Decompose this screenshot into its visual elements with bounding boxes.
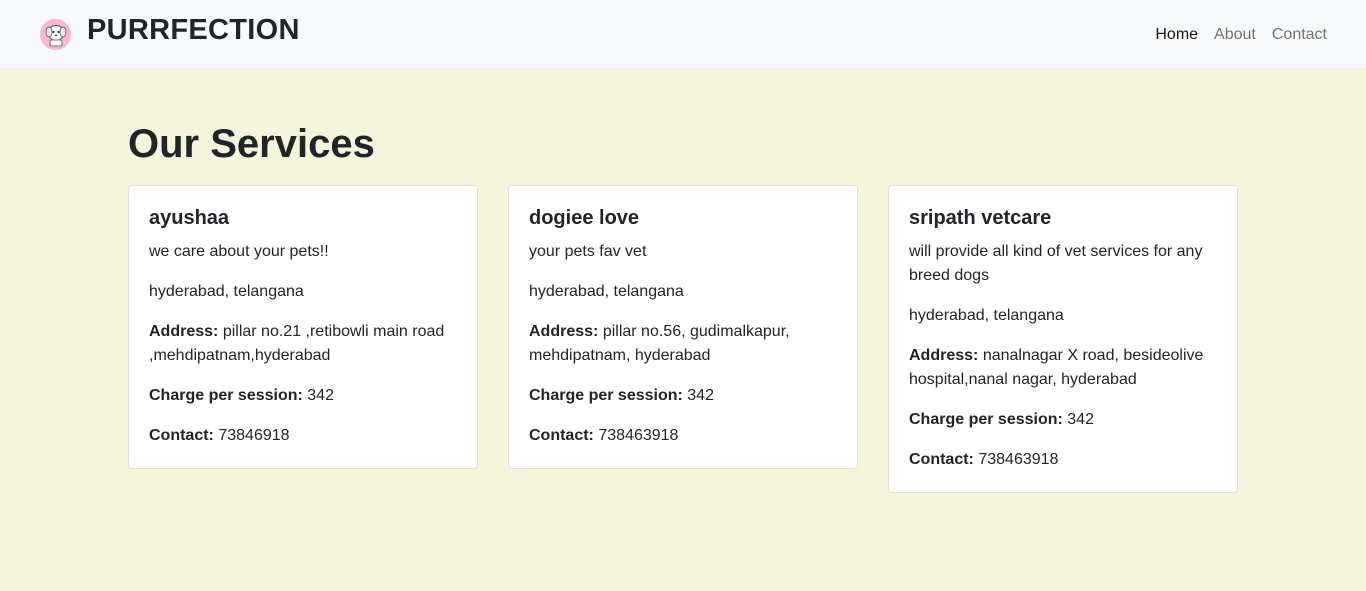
charge-value: 342: [307, 387, 334, 404]
service-address: Address: nanalnagar X road, besideolive …: [909, 344, 1217, 392]
nav-link-home[interactable]: Home: [1155, 26, 1198, 44]
service-card: ayushaa we care about your pets!! hydera…: [128, 185, 478, 469]
address-label: Address:: [529, 323, 599, 340]
service-charge: Charge per session: 342: [909, 408, 1217, 432]
service-location: hyderabad, telangana: [529, 283, 684, 300]
main-content: Our Services ayushaa we care about your …: [128, 68, 1238, 493]
service-name: dogiee love: [529, 207, 640, 229]
address-label: Address:: [149, 323, 219, 340]
service-description: we care about your pets!!: [149, 243, 329, 260]
service-description: your pets fav vet: [529, 243, 647, 260]
charge-value: 342: [687, 387, 714, 404]
service-charge: Charge per session: 342: [149, 384, 457, 408]
nav-links: Home About Contact: [1155, 26, 1327, 44]
charge-label: Charge per session:: [529, 387, 683, 404]
service-contact: Contact: 73846918: [149, 424, 457, 448]
service-name: ayushaa: [149, 207, 230, 229]
service-description: will provide all kind of vet services fo…: [909, 243, 1203, 284]
contact-label: Contact:: [909, 451, 974, 468]
contact-label: Contact:: [529, 427, 594, 444]
nav-link-contact[interactable]: Contact: [1272, 26, 1327, 44]
service-contact: Contact: 738463918: [529, 424, 837, 448]
page-title: Our Services: [128, 122, 375, 166]
contact-value: 738463918: [598, 427, 679, 444]
brand-name: PURRFECTION: [87, 13, 300, 46]
service-address: Address: pillar no.21 ,retibowli main ro…: [149, 320, 457, 368]
service-contact: Contact: 738463918: [909, 448, 1217, 472]
address-label: Address:: [909, 347, 979, 364]
contact-label: Contact:: [149, 427, 214, 444]
service-cards: ayushaa we care about your pets!! hydera…: [128, 185, 1238, 493]
service-card: dogiee love your pets fav vet hyderabad,…: [508, 185, 858, 469]
service-charge: Charge per session: 342: [529, 384, 837, 408]
charge-label: Charge per session:: [909, 411, 1063, 428]
navbar: PURRFECTION Home About Contact: [0, 0, 1366, 68]
contact-value: 73846918: [218, 427, 290, 444]
charge-label: Charge per session:: [149, 387, 303, 404]
service-address: Address: pillar no.56, gudimalkapur, meh…: [529, 320, 837, 368]
charge-value: 342: [1067, 411, 1094, 428]
brand[interactable]: PURRFECTION: [40, 14, 300, 50]
service-location: hyderabad, telangana: [149, 283, 304, 300]
contact-value: 738463918: [978, 451, 1059, 468]
service-card: sripath vetcare will provide all kind of…: [888, 185, 1238, 493]
nav-link-about[interactable]: About: [1214, 26, 1256, 44]
service-location: hyderabad, telangana: [909, 307, 1064, 324]
service-name: sripath vetcare: [909, 207, 1052, 229]
puppy-logo-icon: [40, 18, 71, 50]
